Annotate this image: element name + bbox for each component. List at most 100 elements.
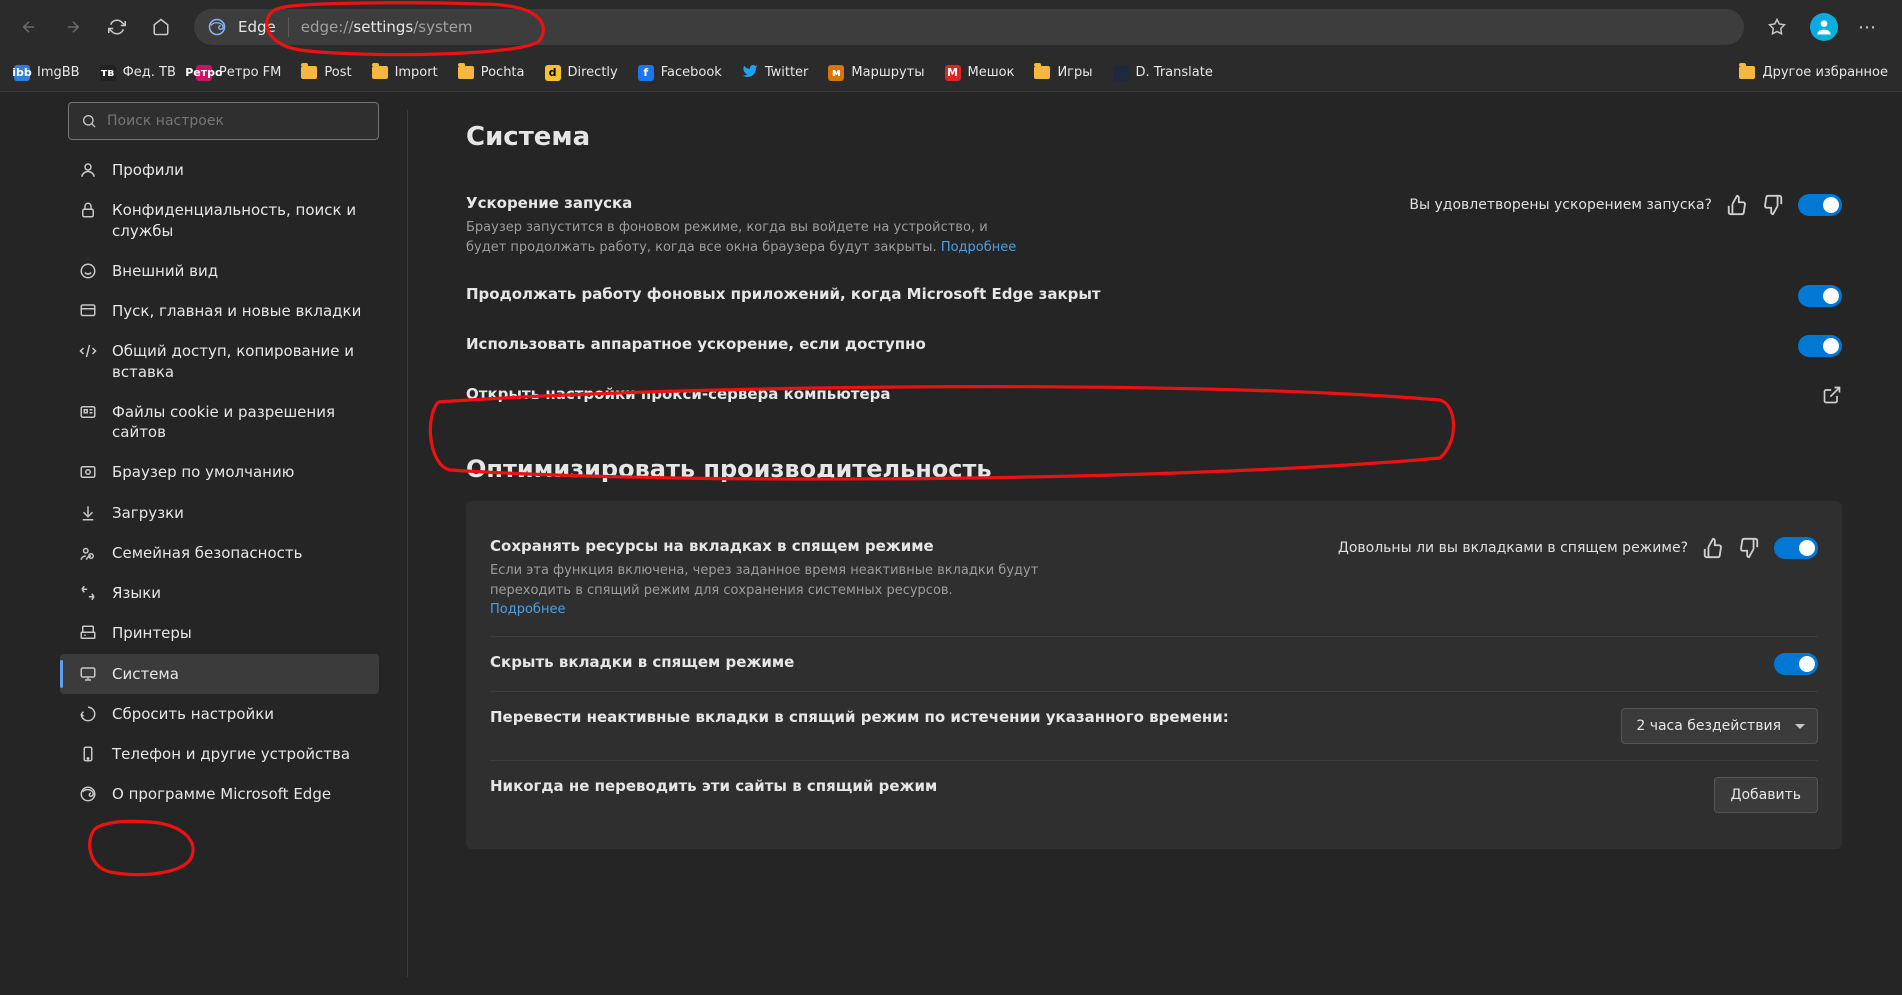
sidebar-item-label: Общий доступ, копирование и вставка [112,341,365,382]
sidebar-item[interactable]: Загрузки [60,493,379,533]
bookmark-item[interactable]: D. Translate [1113,65,1213,81]
toggle-background-apps[interactable] [1798,285,1842,307]
settings-main: Профили Конфиденциальность, поиск и служб… [0,92,1902,995]
learn-more-link[interactable]: Подробнее [490,602,565,617]
sidebar-item-icon [78,462,98,482]
row-desc: Браузер запустится в фоновом режиме, ког… [466,218,1026,257]
settings-sidebar: Профили Конфиденциальность, поиск и служб… [0,92,407,995]
sidebar-item[interactable]: О программе Microsoft Edge [60,774,379,814]
bookmark-label: Мешок [968,65,1015,80]
sidebar-item[interactable]: Языки [60,573,379,613]
section-title-performance: Оптимизировать производительность [466,455,1842,483]
sidebar-item[interactable]: Внешний вид [60,251,379,291]
bookmark-label: ImgBB [37,65,80,80]
bookmark-item[interactable]: dDirectly [545,65,618,81]
sidebar-item-label: Сбросить настройки [112,704,274,724]
row-proxy-settings[interactable]: Открыть настройки прокси-сервера компьют… [466,371,1842,419]
toggle-hide-sleeping[interactable] [1774,653,1818,675]
row-desc: Если эта функция включена, через заданно… [490,561,1050,620]
bookmark-label: Pochta [481,65,525,80]
sidebar-item[interactable]: Файлы cookie и разрешения сайтов [60,392,379,453]
bookmark-item[interactable]: ibb ImgBB [14,65,80,81]
refresh-button[interactable] [98,8,136,46]
search-icon [81,113,97,129]
sidebar-item[interactable]: Пуск, главная и новые вкладки [60,291,379,331]
row-title: Скрыть вкладки в спящем режиме [490,653,794,671]
row-title: Использовать аппаратное ускорение, если … [466,335,926,353]
sidebar-item[interactable]: Принтеры [60,613,379,653]
sleep-timeout-select[interactable]: 2 часа бездействия [1621,708,1818,744]
learn-more-link[interactable]: Подробнее [941,240,1016,255]
feedback-controls: Вы удовлетворены ускорением запуска? [1409,194,1842,216]
feedback-question: Вы удовлетворены ускорением запуска? [1409,197,1712,213]
sidebar-item[interactable]: Браузер по умолчанию [60,452,379,492]
folder-icon [1739,66,1755,79]
add-site-button[interactable]: Добавить [1714,777,1818,813]
bookmark-item[interactable]: М Мешок [945,65,1015,81]
sidebar-item-label: Система [112,664,179,684]
thumbs-up-icon[interactable] [1726,194,1748,216]
sidebar-item[interactable]: Конфиденциальность, поиск и службы [60,190,379,251]
bookmark-item[interactable]: Post [301,65,351,80]
toolbar-right: ⋯ [1758,8,1892,46]
bookmark-label: Игры [1057,65,1092,80]
sidebar-item-label: О программе Microsoft Edge [112,784,331,804]
other-bookmarks[interactable]: Другое избранное [1739,65,1888,80]
toggle-startup-boost[interactable] [1798,194,1842,216]
sidebar-item-icon [78,664,98,684]
sidebar-item-label: Браузер по умолчанию [112,462,294,482]
bookmark-item[interactable]: Игры [1034,65,1092,80]
row-title: Перевести неактивные вкладки в спящий ре… [490,708,1229,726]
sidebar-item-label: Профили [112,160,184,180]
address-bar[interactable]: Edge edge://settings/system [194,9,1744,45]
toggle-sleeping-tabs[interactable] [1774,537,1818,559]
row-title: Никогда не переводить эти сайты в спящий… [490,777,937,795]
home-button[interactable] [142,8,180,46]
sidebar-item-icon [78,301,98,321]
settings-search[interactable] [68,102,379,140]
thumbs-down-icon[interactable] [1762,194,1784,216]
bookmark-favicon [372,66,388,79]
menu-button[interactable]: ⋯ [1852,11,1884,44]
sidebar-item[interactable]: Система [60,654,379,694]
sidebar-item-label: Внешний вид [112,261,218,281]
row-title: Открыть настройки прокси-сервера компьют… [466,385,891,403]
row-title: Продолжать работу фоновых приложений, ко… [466,285,1101,303]
bookmark-item[interactable]: Twitter [742,63,809,83]
sidebar-item-icon [78,261,98,281]
bookmark-favicon: тв [100,65,116,81]
open-external-icon [1822,385,1842,405]
toggle-hardware-acceleration[interactable] [1798,335,1842,357]
sidebar-item[interactable]: Сбросить настройки [60,694,379,734]
back-button[interactable] [10,8,48,46]
search-input[interactable] [107,113,366,129]
bookmark-item[interactable]: Import [372,65,438,80]
bookmark-item[interactable]: Pochta [458,65,525,80]
bookmark-item[interactable]: мМаршруты [828,65,924,81]
bookmark-label: Ретро FM [219,65,281,80]
performance-card: Сохранять ресурсы на вкладках в спящем р… [466,501,1842,849]
bookmark-item[interactable]: РетроРетро FM [196,65,281,81]
bookmark-label: D. Translate [1136,65,1213,80]
bookmark-favicon [301,66,317,79]
sidebar-item[interactable]: Семейная безопасность [60,533,379,573]
sidebar-item[interactable]: Общий доступ, копирование и вставка [60,331,379,392]
bookmark-favicon: ibb [14,65,30,81]
thumbs-down-icon[interactable] [1738,537,1760,559]
row-sleep-after: Перевести неактивные вкладки в спящий ре… [490,692,1818,761]
profile-avatar[interactable] [1810,13,1838,41]
bookmark-item[interactable]: твФед. ТВ [100,65,176,81]
sidebar-item-label: Принтеры [112,623,192,643]
forward-button[interactable] [54,8,92,46]
sidebar-item[interactable]: Профили [60,150,379,190]
bookmark-favicon: М [945,65,961,81]
bookmark-item[interactable]: fFacebook [638,65,722,81]
sidebar-item[interactable]: Телефон и другие устройства [60,734,379,774]
thumbs-up-icon[interactable] [1702,537,1724,559]
favorite-button[interactable] [1758,8,1796,46]
sidebar-item-icon [78,160,98,180]
row-title: Сохранять ресурсы на вкладках в спящем р… [490,537,1318,555]
bookmark-label: Directly [568,65,618,80]
address-app-label: Edge [238,18,276,36]
sidebar-item-label: Пуск, главная и новые вкладки [112,301,361,321]
